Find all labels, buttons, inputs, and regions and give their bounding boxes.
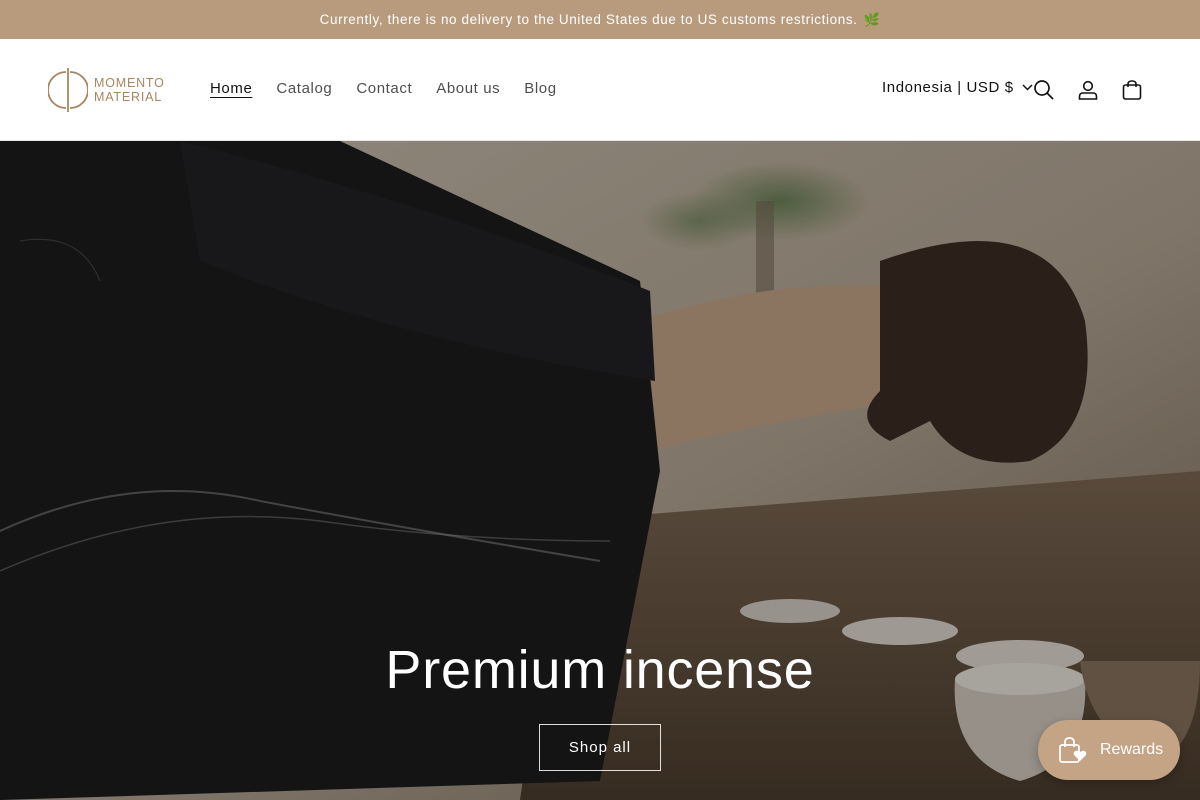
nav-contact[interactable]: Contact [344,77,424,101]
announcement-text: Currently, there is no delivery to the U… [319,12,858,27]
search-icon[interactable] [1032,78,1056,102]
leaf-emoji: 🌿 [863,11,881,27]
main-nav: Home Catalog Contact About us Blog [198,77,569,101]
account-icon[interactable] [1076,78,1100,102]
shop-all-button[interactable]: Shop all [539,724,661,771]
locale-selector[interactable]: Indonesia | USD $ [882,79,1033,96]
hero-title: Premium incense [385,640,815,700]
momento-logo-icon [48,68,88,112]
nav-about-us[interactable]: About us [424,77,512,101]
hero-banner: Premium incense Shop all [0,141,1200,800]
rewards-button[interactable]: Rewards [1038,720,1180,780]
cart-icon[interactable] [1120,78,1144,102]
nav-home[interactable]: Home [198,77,264,101]
logo-wordmark: MOMENTO MATERIAL [94,76,165,104]
site-logo[interactable]: MOMENTO MATERIAL [48,66,178,114]
logo-line-2: MATERIAL [94,90,162,104]
locale-label: Indonesia | USD $ [882,79,1014,96]
logo-line-1: MOMENTO [94,76,165,90]
site-header: MOMENTO MATERIAL Home Catalog Contact Ab… [0,39,1200,141]
nav-blog[interactable]: Blog [512,77,568,101]
announcement-bar: Currently, there is no delivery to the U… [0,0,1200,39]
nav-catalog[interactable]: Catalog [264,77,344,101]
gift-bag-heart-icon [1059,737,1087,763]
rewards-label: Rewards [1100,741,1164,758]
